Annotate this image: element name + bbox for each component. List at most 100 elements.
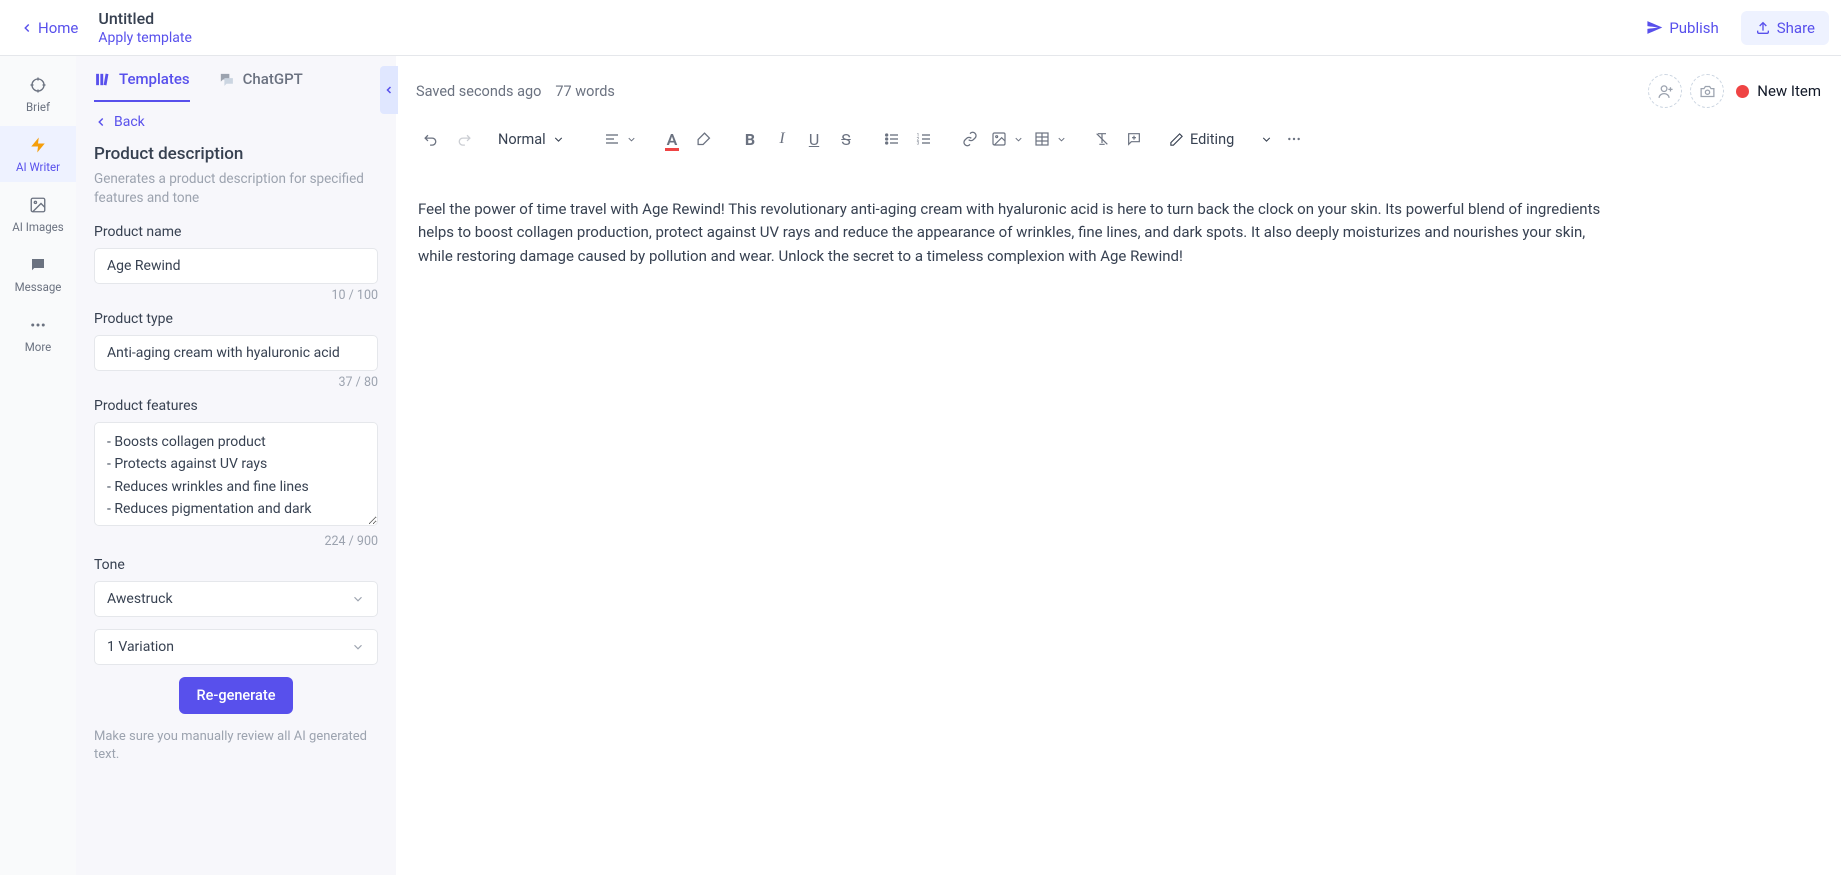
chevron-down-icon xyxy=(626,134,637,145)
variations-select[interactable]: 1 Variation xyxy=(94,629,378,665)
chevron-left-icon xyxy=(94,115,108,129)
more-options-button[interactable] xyxy=(1279,124,1309,154)
add-collaborator-button[interactable] xyxy=(1648,74,1682,108)
document-paragraph[interactable]: Feel the power of time travel with Age R… xyxy=(418,198,1618,268)
tone-select[interactable]: Awestruck xyxy=(94,581,378,617)
saved-status: Saved seconds ago xyxy=(416,83,541,100)
chevron-down-icon xyxy=(1056,134,1067,145)
document-body[interactable]: Feel the power of time travel with Age R… xyxy=(396,166,1841,875)
undo-button[interactable] xyxy=(416,124,446,154)
bold-button[interactable]: B xyxy=(735,124,765,154)
align-left-icon xyxy=(604,131,620,147)
home-link[interactable]: Home xyxy=(12,13,86,43)
ordered-list-button[interactable]: 123 xyxy=(909,124,939,154)
nav-item-message[interactable]: Message xyxy=(0,246,76,302)
tab-label: ChatGPT xyxy=(243,70,303,88)
word-count: 77 words xyxy=(555,83,615,100)
image-dropdown[interactable] xyxy=(987,127,1028,151)
list-ol-icon: 123 xyxy=(916,131,932,147)
camera-icon xyxy=(1699,83,1716,100)
tab-chatgpt[interactable]: ChatGPT xyxy=(218,70,303,102)
nav-label: Message xyxy=(15,280,62,294)
regenerate-button[interactable]: Re-generate xyxy=(179,677,294,714)
nav-item-ai-images[interactable]: AI Images xyxy=(0,186,76,242)
align-dropdown[interactable] xyxy=(600,127,641,151)
nav-label: AI Images xyxy=(12,220,63,234)
back-label: Back xyxy=(114,114,145,130)
new-item-status[interactable]: New Item xyxy=(1736,82,1821,100)
product-type-input[interactable] xyxy=(94,335,378,371)
editor-top-bar: Saved seconds ago 77 words New Item xyxy=(396,56,1841,108)
image-icon xyxy=(29,196,47,214)
font-color-button[interactable]: A xyxy=(657,124,687,154)
nav-label: AI Writer xyxy=(16,160,60,174)
collapse-sidebar-button[interactable] xyxy=(380,66,398,114)
bullet-list-button[interactable] xyxy=(877,124,907,154)
tab-templates[interactable]: Templates xyxy=(94,70,190,102)
editor-toolbar: Normal A B I U S 123 xyxy=(396,108,1841,166)
nav-label: Brief xyxy=(26,100,50,114)
page-title[interactable]: Untitled xyxy=(98,9,192,28)
table-dropdown[interactable] xyxy=(1030,127,1071,151)
clear-format-icon xyxy=(1094,131,1110,147)
share-label: Share xyxy=(1777,19,1815,37)
product-name-input[interactable] xyxy=(94,248,378,284)
link-button[interactable] xyxy=(955,124,985,154)
sidebar-tabs: Templates ChatGPT xyxy=(76,56,396,102)
underline-button[interactable]: U xyxy=(799,124,829,154)
nav-label: More xyxy=(25,340,52,354)
comment-button[interactable] xyxy=(1119,124,1149,154)
italic-button[interactable]: I xyxy=(767,124,797,154)
chat-bubbles-icon xyxy=(218,71,235,88)
italic-icon: I xyxy=(779,130,784,148)
pencil-icon xyxy=(1169,132,1184,147)
publish-button[interactable]: Publish xyxy=(1634,11,1730,45)
send-icon xyxy=(1646,19,1663,36)
user-plus-icon xyxy=(1657,83,1674,100)
chevron-down-icon xyxy=(351,640,365,654)
editor-area: Saved seconds ago 77 words New Item Norm… xyxy=(396,56,1841,875)
sidebar-scroll[interactable]: Back Product description Generates a pro… xyxy=(76,102,396,875)
format-value: Normal xyxy=(498,131,546,148)
editing-mode-dropdown[interactable]: Editing xyxy=(1165,127,1277,152)
link-icon xyxy=(962,131,978,147)
sidebar-panel: Templates ChatGPT Back Product descripti… xyxy=(76,56,396,875)
variations-value: 1 Variation xyxy=(107,639,174,655)
chevron-down-icon xyxy=(351,592,365,606)
more-icon xyxy=(1286,131,1302,147)
library-icon xyxy=(94,71,111,88)
font-color-icon: A xyxy=(667,130,678,149)
svg-text:3: 3 xyxy=(917,140,920,146)
chevron-left-icon xyxy=(20,21,34,35)
bold-icon: B xyxy=(745,130,755,149)
upload-icon xyxy=(1755,20,1771,36)
table-icon xyxy=(1034,131,1050,147)
more-icon xyxy=(29,316,47,334)
chevron-down-icon xyxy=(552,133,565,146)
product-name-counter: 10 / 100 xyxy=(94,288,378,303)
highlight-button[interactable] xyxy=(689,124,719,154)
clear-format-button[interactable] xyxy=(1087,124,1117,154)
tab-label: Templates xyxy=(119,70,190,88)
product-name-label: Product name xyxy=(94,224,378,240)
panel-title: Product description xyxy=(94,144,378,164)
back-button[interactable]: Back xyxy=(94,114,378,130)
nav-item-brief[interactable]: Brief xyxy=(0,66,76,122)
tone-value: Awestruck xyxy=(107,591,173,607)
bolt-icon xyxy=(29,136,47,154)
product-features-label: Product features xyxy=(94,398,378,414)
share-button[interactable]: Share xyxy=(1741,11,1829,45)
highlighter-icon xyxy=(696,131,713,148)
strikethrough-button[interactable]: S xyxy=(831,124,861,154)
apply-template-link[interactable]: Apply template xyxy=(98,30,192,46)
paragraph-format-dropdown[interactable]: Normal xyxy=(494,127,584,152)
product-features-counter: 224 / 900 xyxy=(94,534,378,549)
nav-item-more[interactable]: More xyxy=(0,306,76,362)
nav-item-ai-writer[interactable]: AI Writer xyxy=(0,126,76,182)
top-header: Home Untitled Apply template Publish Sha… xyxy=(0,0,1841,56)
target-icon xyxy=(29,76,47,94)
chevron-down-icon xyxy=(1260,133,1273,146)
product-features-textarea[interactable]: - Boosts collagen product - Protects aga… xyxy=(94,422,378,526)
history-button[interactable] xyxy=(1690,74,1724,108)
redo-button[interactable] xyxy=(448,124,478,154)
